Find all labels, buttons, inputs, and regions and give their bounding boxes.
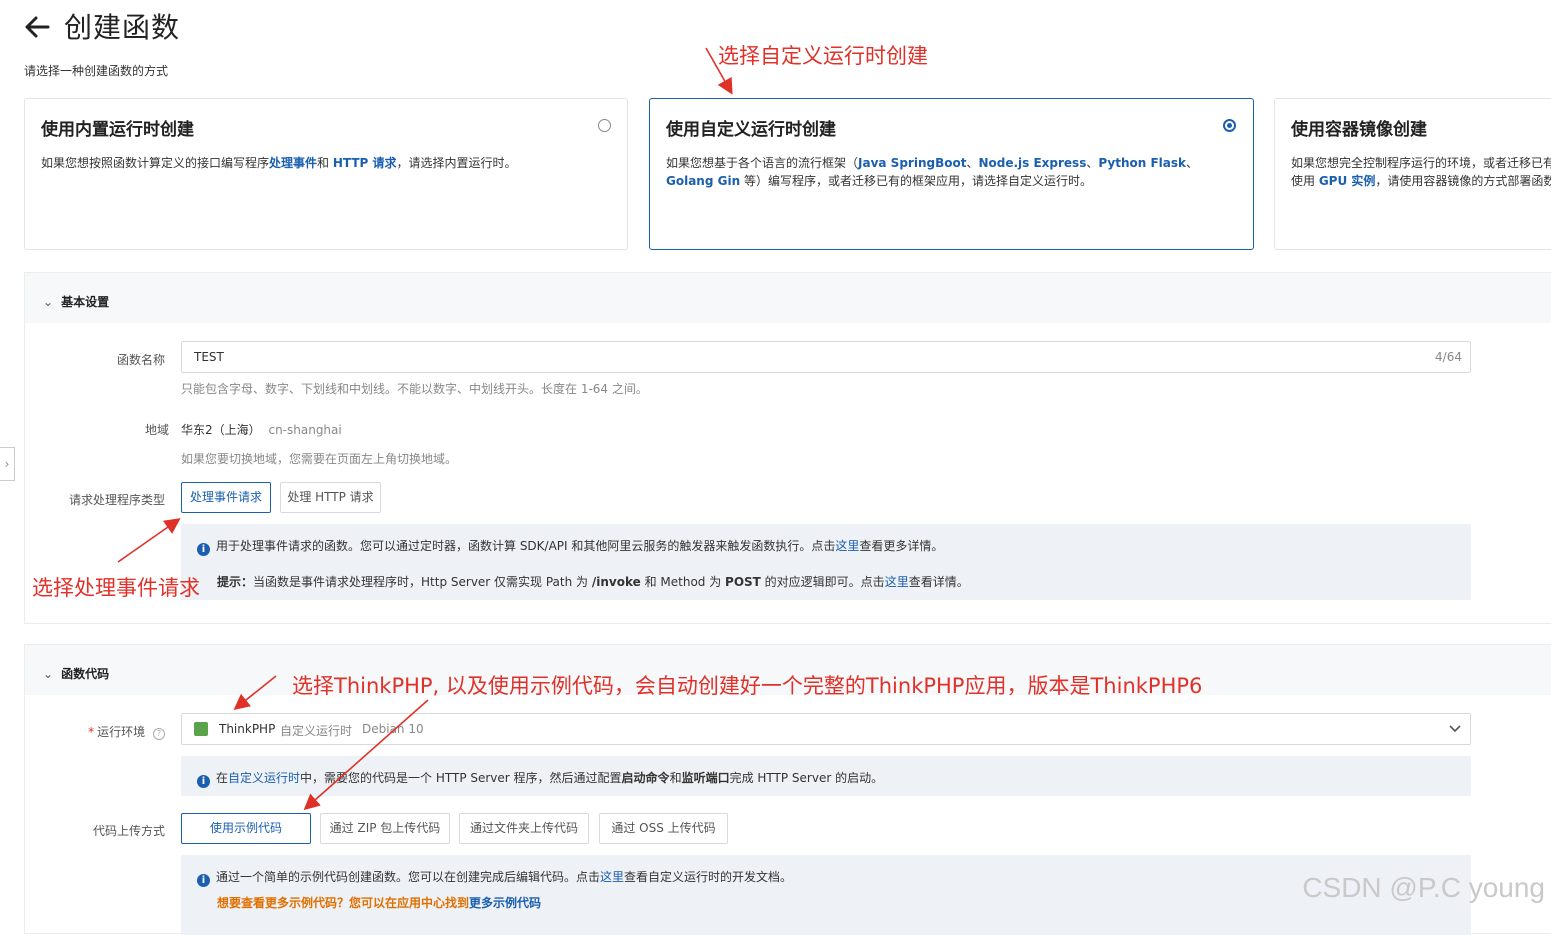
runtime-label: * 运行环境 ?	[65, 723, 165, 740]
upload-zip-button[interactable]: 通过 ZIP 包上传代码	[320, 813, 450, 844]
function-name-input[interactable]: TEST 4/64	[181, 341, 1471, 373]
dev-docs-link[interactable]: 这里	[600, 870, 624, 884]
page-title: 创建函数	[64, 11, 181, 44]
watermark: CSDN @P.C young	[1302, 872, 1545, 903]
page-subtitle: 请选择一种创建函数的方式	[24, 64, 169, 78]
use-sample-code-button[interactable]: 使用示例代码	[181, 813, 311, 844]
radio-custom[interactable]	[1223, 119, 1236, 132]
details-link-2[interactable]: 这里	[885, 575, 909, 589]
card-container-image[interactable]: 使用容器镜像创建 如果您想完全控制程序运行的环境，或者迁移已有 使用 GPU 实…	[1274, 98, 1551, 250]
handler-event-button[interactable]: 处理事件请求	[181, 482, 271, 513]
custom-runtime-link[interactable]: 自定义运行时	[228, 771, 300, 785]
runtime-info-box: i 在自定义运行时中，需要您的代码是一个 HTTP Server 程序，然后通过配…	[181, 756, 1471, 796]
chevron-down-icon	[1449, 725, 1461, 733]
handler-type-label: 请求处理程序类型	[68, 493, 165, 507]
region-value: 华东2（上海） cn-shanghai	[181, 423, 342, 437]
upload-method-label: 代码上传方式	[92, 824, 165, 838]
card-custom-runtime[interactable]: 使用自定义运行时创建 如果您想基于各个语言的流行框架（Java SpringBo…	[649, 98, 1254, 250]
runtime-select[interactable]: ThinkPHP 自定义运行时 Debian 10	[181, 713, 1471, 745]
upload-folder-button[interactable]: 通过文件夹上传代码	[459, 813, 589, 844]
handler-info-box: i 用于处理事件请求的函数。您可以通过定时器，函数计算 SDK/API 和其他阿里…	[181, 524, 1471, 600]
annotation-event-request: 选择处理事件请求	[32, 576, 200, 600]
help-icon: ?	[153, 728, 165, 740]
function-name-hint: 只能包含字母、数字、下划线和中划线。不能以数字、中划线开头。长度在 1-64 之…	[181, 382, 648, 396]
link-gpu-instance[interactable]: GPU 实例	[1319, 174, 1376, 188]
basic-settings-section: ⌄ 基本设置 函数名称 TEST 4/64 只能包含字母、数字、下划线和中划线。不…	[24, 272, 1551, 624]
region-hint: 如果您要切换地域，您需要在页面左上角切换地域。	[181, 452, 458, 466]
char-count: 4/64	[1435, 350, 1462, 364]
card-title: 使用内置运行时创建	[41, 120, 194, 140]
chevron-down-icon: ⌄	[43, 295, 54, 309]
sample-code-info-box: i 通过一个简单的示例代码创建函数。您可以在创建完成后编辑代码。点击这里查看自定义…	[181, 855, 1471, 935]
info-icon: i	[197, 775, 210, 788]
radio-builtin[interactable]	[598, 119, 611, 132]
thinkphp-icon	[194, 722, 208, 736]
details-link[interactable]: 这里	[835, 539, 859, 553]
annotation-thinkphp: 选择ThinkPHP, 以及使用示例代码，会自动创建好一个完整的ThinkPHP…	[292, 674, 1203, 698]
card-description: 如果您想完全控制程序运行的环境，或者迁移已有 使用 GPU 实例，请使用容器镜像…	[1291, 156, 1551, 188]
info-icon: i	[197, 543, 210, 556]
card-builtin-runtime[interactable]: 使用内置运行时创建 如果您想按照函数计算定义的接口编写程序处理事件和 HTTP …	[24, 98, 628, 250]
arrow-left-icon[interactable]	[22, 12, 52, 42]
chevron-down-icon: ⌄	[43, 667, 54, 681]
sidebar-expand-handle[interactable]: ›	[0, 447, 15, 481]
card-title: 使用自定义运行时创建	[666, 120, 836, 140]
link-http-request[interactable]: HTTP 请求	[333, 156, 397, 170]
more-samples-link[interactable]: 更多示例代码	[469, 896, 541, 910]
card-description: 如果您想基于各个语言的流行框架（Java SpringBoot、Node.js …	[666, 156, 1199, 188]
function-name-label: 函数名称	[116, 353, 165, 367]
annotation-custom-runtime: 选择自定义运行时创建	[718, 44, 928, 68]
link-handle-event[interactable]: 处理事件	[269, 156, 317, 170]
card-title: 使用容器镜像创建	[1291, 120, 1427, 140]
handler-http-button[interactable]: 处理 HTTP 请求	[280, 482, 381, 513]
region-label: 地域	[144, 423, 169, 437]
basic-settings-toggle[interactable]: ⌄ 基本设置	[43, 293, 109, 310]
upload-oss-button[interactable]: 通过 OSS 上传代码	[599, 813, 728, 844]
info-icon: i	[197, 874, 210, 887]
function-code-toggle[interactable]: ⌄ 函数代码	[43, 665, 109, 682]
card-description: 如果您想按照函数计算定义的接口编写程序处理事件和 HTTP 请求，请选择内置运行…	[41, 156, 517, 170]
